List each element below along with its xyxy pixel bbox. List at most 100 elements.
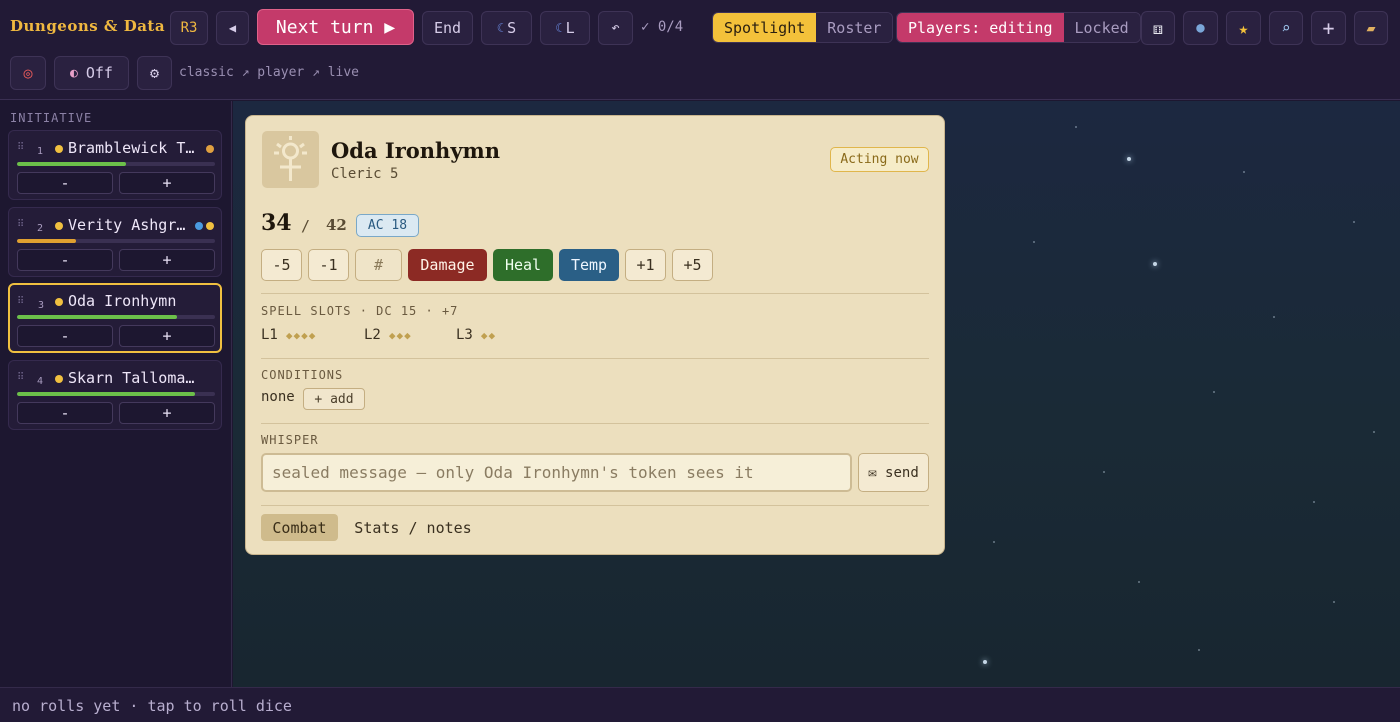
combatant-panel: Oda Ironhymn Cleric 5 Acting now 34 / 42…	[245, 115, 945, 555]
folder-button[interactable]: ▰	[1354, 11, 1388, 45]
long-rest-button[interactable]: ☾ L	[540, 11, 590, 45]
hp-amount-input[interactable]: #	[355, 249, 402, 281]
temp-hp-button[interactable]: Temp	[559, 249, 619, 281]
hp-decrease-button[interactable]: -	[17, 402, 113, 424]
star-decoration	[1138, 581, 1140, 583]
effect-dot	[206, 145, 214, 153]
status-dot	[55, 375, 63, 383]
spell-slot-pips: ◆◆◆◆	[285, 329, 317, 342]
top-toolbar: Dungeons & Data R3 ◀ Next turn ▶ End ☾ S…	[0, 0, 1400, 100]
speech-button[interactable]: ●	[1183, 11, 1218, 45]
theater-mask-icon: ◐	[70, 65, 78, 81]
damage-button[interactable]: Damage	[408, 249, 487, 281]
add-button[interactable]: +	[1311, 11, 1346, 45]
spell-slot-l2[interactable]: L2 ◆◆◆	[364, 327, 412, 343]
hp-decrease-button[interactable]: -	[17, 172, 113, 194]
whisper-input[interactable]	[261, 453, 852, 492]
settings-button[interactable]: ⚙	[137, 56, 172, 90]
dice-icon: ⚅	[1153, 18, 1163, 38]
hp-minus-1-button[interactable]: -1	[308, 249, 349, 281]
hp-increase-button[interactable]: +	[119, 402, 215, 424]
spell-slot-l1[interactable]: L1 ◆◆◆◆	[261, 327, 316, 343]
status-dot	[55, 298, 63, 306]
initiative-card[interactable]: ⠿ 2 Verity Ashgr… - +	[8, 207, 222, 277]
hp-increase-button[interactable]: +	[119, 172, 215, 194]
help-button[interactable]: ◎	[10, 56, 46, 90]
players-locked[interactable]: Locked	[1063, 13, 1140, 42]
combatant-name: Verity Ashgr…	[68, 216, 186, 234]
combatant-name: Bramblewick T…	[68, 139, 195, 157]
search-button[interactable]: ⌕	[1269, 11, 1303, 45]
hp-bar	[17, 239, 215, 243]
zzz-icon: ☾	[496, 21, 505, 35]
star-decoration	[1033, 241, 1035, 243]
battle-map[interactable]: Oda Ironhymn Cleric 5 Acting now 34 / 42…	[233, 101, 1400, 687]
initiative-order: 1	[37, 146, 44, 157]
combatant-class: Cleric 5	[331, 166, 399, 182]
mask-toggle-button[interactable]: ◐ Off	[54, 56, 129, 90]
initiative-order: 4	[37, 376, 44, 387]
dice-button[interactable]: ⚅	[1141, 11, 1175, 45]
tab-stats-notes[interactable]: Stats / notes	[348, 514, 478, 541]
hp-increase-button[interactable]: +	[119, 249, 215, 271]
tab-combat[interactable]: Combat	[261, 514, 338, 541]
view-mode-toggle: Spotlight Roster	[712, 12, 894, 43]
status-dot	[55, 145, 63, 153]
whisper-send-button[interactable]: ✉ send	[858, 453, 929, 492]
heal-button[interactable]: Heal	[493, 249, 553, 281]
spell-slot-level: L2	[364, 327, 381, 343]
hp-increase-button[interactable]: +	[119, 325, 215, 347]
end-combat-button[interactable]: End	[422, 11, 473, 45]
initiative-card[interactable]: ⠿ 1 Bramblewick T… - +	[8, 130, 222, 200]
initiative-order: 2	[37, 223, 44, 234]
status-dot	[55, 222, 63, 230]
combatant-name: Oda Ironhymn	[68, 292, 177, 310]
view-roster[interactable]: Roster	[816, 13, 893, 42]
hp-plus-5-button[interactable]: +5	[672, 249, 713, 281]
initiative-order: 3	[38, 300, 45, 311]
round-indicator[interactable]: R3	[170, 11, 208, 45]
drag-handle-icon[interactable]: ⠿	[17, 142, 24, 153]
star-decoration	[1373, 431, 1375, 433]
hp-decrease-button[interactable]: -	[17, 325, 113, 347]
initiative-card[interactable]: ⠿ 3 Oda Ironhymn - +	[8, 283, 222, 353]
speech-bubble-icon: ●	[1196, 20, 1205, 36]
spell-slot-l3[interactable]: L3 ◆◆	[456, 327, 496, 343]
dice-status-bar[interactable]: no rolls yet · tap to roll dice	[0, 687, 1400, 722]
view-spotlight[interactable]: Spotlight	[713, 13, 817, 42]
conditions-header: CONDITIONS	[261, 368, 344, 382]
next-turn-button[interactable]: Next turn ▶	[257, 9, 414, 45]
undo-button[interactable]: ↶	[598, 11, 633, 45]
add-condition-button[interactable]: + add	[303, 388, 365, 410]
initiative-card[interactable]: ⠿ 4 Skarn Talloma… - +	[8, 360, 222, 430]
prev-turn-button[interactable]: ◀	[216, 11, 249, 45]
hp-plus-1-button[interactable]: +1	[625, 249, 666, 281]
mask-toggle-label: Off	[85, 64, 113, 82]
short-rest-button[interactable]: ☾ S	[481, 11, 532, 45]
hp-bar-fill	[17, 239, 77, 243]
divider	[261, 293, 929, 294]
players-editing[interactable]: Players: editing	[897, 13, 1064, 42]
hp-minus-5-button[interactable]: -5	[261, 249, 302, 281]
drag-handle-icon[interactable]: ⠿	[17, 219, 24, 230]
dice-status-text: no rolls yet · tap to roll dice	[12, 697, 292, 715]
favorite-button[interactable]: ★	[1226, 11, 1261, 45]
holy-symbol-icon	[262, 131, 319, 188]
short-rest-label: S	[507, 19, 517, 37]
drag-handle-icon[interactable]: ⠿	[17, 296, 24, 307]
hp-bar	[17, 162, 215, 166]
folder-icon: ▰	[1366, 19, 1376, 37]
hp-decrease-button[interactable]: -	[17, 249, 113, 271]
spell-slot-level: L1	[261, 327, 278, 343]
drag-handle-icon[interactable]: ⠿	[17, 372, 24, 383]
star-decoration	[1353, 221, 1355, 223]
hp-max: 42	[326, 216, 347, 234]
star-decoration	[1198, 649, 1200, 651]
breadcrumb: classic ↗ player ↗ live	[179, 65, 360, 80]
star-decoration	[1213, 391, 1215, 393]
whisper-header: WHISPER	[261, 433, 319, 447]
star-decoration	[1127, 157, 1131, 161]
divider	[261, 505, 929, 506]
star-decoration	[1313, 501, 1315, 503]
star-decoration	[1243, 171, 1245, 173]
